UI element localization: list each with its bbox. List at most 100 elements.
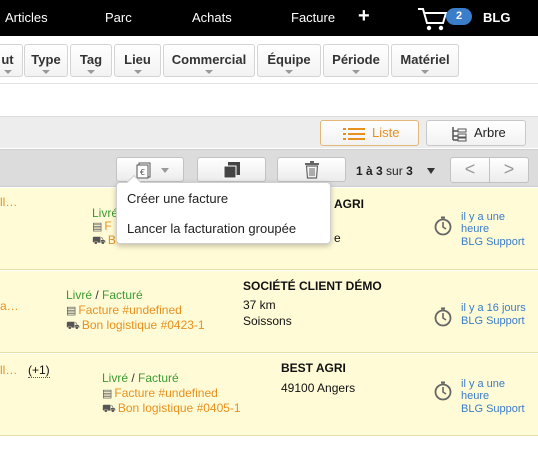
client-name[interactable]: SOCIÉTÉ CLIENT DÉMO bbox=[243, 279, 382, 293]
delivery-link-label: Bon logistique #0423-1 bbox=[81, 318, 205, 332]
filter-label: Type bbox=[31, 52, 61, 67]
add-plus-icon[interactable]: + bbox=[358, 5, 370, 28]
invoice-icon: ▤ bbox=[92, 221, 103, 233]
copy-icon bbox=[223, 162, 240, 179]
delivery-link[interactable]: ⛟ Bon logistique #0405-1 bbox=[102, 401, 241, 417]
chevron-down-icon bbox=[421, 70, 429, 74]
pagination-range: 1 à 3 bbox=[356, 164, 383, 178]
item-title-link[interactable]: ll… bbox=[0, 195, 17, 209]
filter-tab-type[interactable]: Type bbox=[24, 44, 68, 77]
delivery-link[interactable]: ⛟ Bon logistique #0423-1 bbox=[66, 318, 205, 334]
client-name[interactable]: AGRI bbox=[334, 197, 364, 211]
client-city: 49100 Angers bbox=[281, 381, 356, 395]
author: BLG Support bbox=[461, 236, 525, 248]
filter-label: Tag bbox=[79, 52, 103, 67]
delete-button[interactable] bbox=[277, 157, 346, 182]
delivery-icon: ⛟ bbox=[92, 235, 106, 247]
trash-icon bbox=[305, 161, 319, 179]
item-title-link[interactable]: a… bbox=[0, 299, 19, 313]
filter-label: Lieu bbox=[124, 52, 151, 67]
chevron-down-icon bbox=[352, 70, 360, 74]
filter-tab-materiel[interactable]: Matériel bbox=[391, 44, 459, 77]
delivery-link-label: Bon logistique #0405-1 bbox=[117, 401, 241, 415]
filter-tab-commercial[interactable]: Commercial bbox=[163, 44, 255, 77]
list-item[interactable]: ll… (+1) Livré / Facturé ▤ Facture #undef… bbox=[0, 354, 538, 436]
filter-tab-equipe[interactable]: Équipe bbox=[257, 44, 321, 77]
filter-label: Équipe bbox=[267, 52, 311, 67]
item-title-link[interactable]: ll… bbox=[0, 363, 17, 377]
chevron-down-icon bbox=[161, 168, 169, 173]
filter-tab-truncated[interactable]: ut bbox=[0, 44, 23, 77]
list-item[interactable]: a… Livré / Facturé ▤ Facture #undefined ⛟… bbox=[0, 271, 538, 353]
pagination-summary[interactable]: 1 à 3 sur 3 bbox=[356, 164, 413, 178]
status-separator: / bbox=[92, 288, 103, 302]
invoice-link-label: Facture #undefined bbox=[114, 386, 218, 400]
chevron-down-icon bbox=[3, 70, 12, 74]
svg-text:€: € bbox=[140, 168, 145, 177]
duplicate-button[interactable] bbox=[197, 157, 266, 182]
tree-view-button[interactable]: Arbre bbox=[426, 120, 526, 146]
delivery-icon: ⛟ bbox=[102, 403, 116, 415]
chevron-down-icon bbox=[87, 70, 95, 74]
invoice-icon: ▤ bbox=[102, 388, 113, 400]
invoice-link[interactable]: ▤ Facture #undefined bbox=[102, 386, 218, 400]
top-navigation-bar: Articles Parc Achats Facture + 2 BLG bbox=[0, 0, 538, 36]
shopping-cart-icon[interactable] bbox=[417, 6, 449, 32]
invoice-icon: € bbox=[136, 162, 151, 179]
pagination-sur: sur bbox=[386, 164, 403, 178]
client-city: e bbox=[334, 231, 341, 245]
status-livre: Livré bbox=[102, 371, 129, 385]
chevron-down-icon[interactable] bbox=[427, 168, 435, 174]
user-menu[interactable]: BLG bbox=[483, 10, 510, 25]
filter-label: Commercial bbox=[171, 52, 247, 67]
status-facture: Facturé bbox=[102, 288, 143, 302]
author: BLG Support bbox=[461, 315, 525, 327]
invoice-actions-menu: Créer une facture Lancer la facturation … bbox=[116, 174, 331, 244]
tree-icon bbox=[452, 127, 467, 142]
invoice-link[interactable]: ▤ F bbox=[92, 219, 112, 233]
chevron-down-icon bbox=[42, 70, 50, 74]
filter-tab-lieu[interactable]: Lieu bbox=[114, 44, 161, 77]
filter-label: ut bbox=[1, 52, 14, 67]
status-line: Livré / Facturé bbox=[66, 288, 143, 302]
client-name[interactable]: BEST AGRI bbox=[281, 361, 346, 375]
status-facture: Facturé bbox=[138, 371, 179, 385]
list-view-label: Liste bbox=[372, 125, 400, 140]
nav-facture[interactable]: Facture bbox=[291, 10, 335, 25]
delivery-link[interactable]: ⛟ B bbox=[92, 233, 116, 249]
status-line: Livré / Facturé bbox=[102, 371, 179, 385]
clock-icon bbox=[434, 216, 452, 236]
client-distance: 37 km bbox=[243, 298, 276, 312]
filter-bar: ut Type Tag Lieu Commercial Équipe Pério… bbox=[0, 36, 538, 84]
more-items-link[interactable]: (+1) bbox=[28, 363, 50, 378]
next-page-button[interactable]: > bbox=[489, 157, 529, 183]
menu-item-group-invoicing[interactable]: Lancer la facturation groupée bbox=[127, 221, 296, 236]
pagination-total: 3 bbox=[406, 164, 413, 178]
status-livre: Livré bbox=[92, 206, 119, 220]
invoice-link[interactable]: ▤ Facture #undefined bbox=[66, 303, 182, 317]
delivery-link-label: B bbox=[107, 233, 116, 247]
list-icon bbox=[343, 128, 365, 140]
invoice-icon: ▤ bbox=[66, 305, 77, 317]
list-view-button[interactable]: Liste bbox=[320, 120, 419, 146]
cart-count-badge[interactable]: 2 bbox=[446, 8, 472, 25]
invoice-actions-dropdown-button[interactable]: € bbox=[116, 157, 184, 182]
client-city: Soissons bbox=[243, 314, 292, 328]
nav-parc[interactable]: Parc bbox=[105, 10, 132, 25]
filter-tab-tag[interactable]: Tag bbox=[70, 44, 112, 77]
author: BLG Support bbox=[461, 403, 525, 415]
timestamp: il y a une heure bbox=[461, 211, 506, 235]
view-mode-bar: Liste Arbre bbox=[0, 116, 538, 148]
menu-item-create-invoice[interactable]: Créer une facture bbox=[127, 191, 228, 206]
nav-articles[interactable]: Articles bbox=[5, 10, 48, 25]
clock-icon bbox=[434, 307, 452, 327]
nav-achats[interactable]: Achats bbox=[192, 10, 232, 25]
filter-label: Période bbox=[332, 52, 380, 67]
delivery-icon: ⛟ bbox=[66, 320, 80, 332]
chevron-down-icon bbox=[205, 70, 213, 74]
filter-tab-periode[interactable]: Période bbox=[323, 44, 389, 77]
previous-page-button[interactable]: < bbox=[450, 157, 490, 183]
clock-icon bbox=[434, 381, 452, 401]
timestamp: il y a une heure bbox=[461, 378, 506, 402]
filter-label: Matériel bbox=[400, 52, 450, 67]
